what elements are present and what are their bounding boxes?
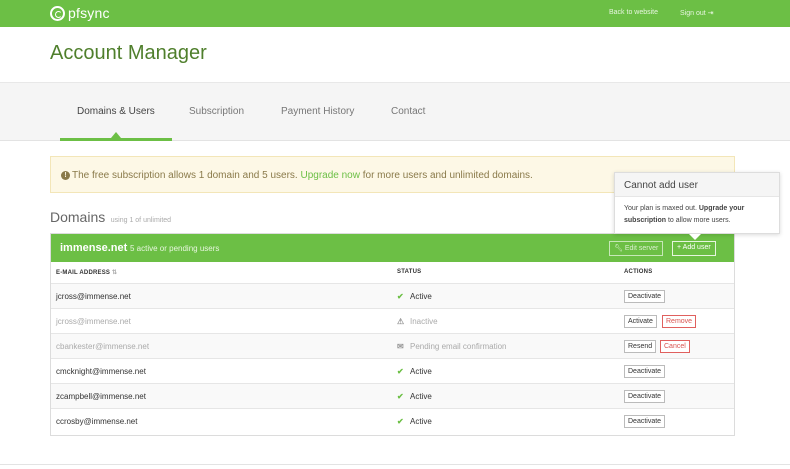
deactivate-button[interactable]: Deactivate bbox=[624, 415, 666, 428]
status-label: Inactive bbox=[410, 317, 438, 326]
user-email: zcampbell@immense.net bbox=[56, 392, 146, 401]
cancel-button[interactable]: Cancel bbox=[660, 340, 690, 353]
add-user-button[interactable]: + Add user bbox=[672, 241, 716, 256]
active-tab-indicator bbox=[60, 138, 172, 141]
add-user-label: Add user bbox=[682, 244, 711, 251]
domains-heading: Domains using 1 of unlimited bbox=[50, 209, 171, 225]
domains-usage: using 1 of unlimited bbox=[110, 217, 172, 224]
status-label: Active bbox=[410, 392, 432, 401]
remove-button[interactable]: Remove bbox=[662, 315, 697, 328]
email-header-label: E-MAIL ADDRESS bbox=[56, 270, 111, 276]
wrench-icon: 🔧︎ bbox=[614, 245, 623, 252]
domain-header: immense.net 5 active or pending users 🔧︎… bbox=[51, 234, 734, 262]
user-email: cmcknight@immense.net bbox=[56, 367, 146, 376]
user-status: ✔ Active bbox=[397, 292, 432, 301]
page-title: Account Manager bbox=[50, 42, 207, 64]
user-status: ⚠︎ Inactive bbox=[397, 317, 438, 326]
table-row: ccrosby@immense.net ✔ Active Deactivate bbox=[51, 408, 734, 433]
edit-server-label: Edit server bbox=[624, 245, 659, 252]
user-email: ccrosby@immense.net bbox=[56, 417, 138, 426]
alert-text-after: for more users and unlimited domains. bbox=[362, 170, 533, 181]
domain-user-count: 5 active or pending users bbox=[130, 244, 220, 253]
sign-out-icon: ⇥ bbox=[707, 10, 714, 17]
tab-domains-users[interactable]: Domains & Users bbox=[77, 106, 155, 117]
table-row: jcross@immense.net ⚠︎ Inactive Activate R… bbox=[51, 308, 734, 333]
domain-name: immense.net bbox=[60, 242, 128, 254]
deactivate-button[interactable]: Deactivate bbox=[624, 390, 666, 403]
check-icon: ✔ bbox=[397, 292, 404, 301]
status-label: Active bbox=[410, 367, 432, 376]
warning-icon: ⚠︎ bbox=[397, 317, 405, 326]
check-icon: ✔ bbox=[397, 417, 404, 426]
top-bar: pfsync Back to website Sign out ⇥ bbox=[0, 0, 790, 27]
tooltip-text-after: to allow more users. bbox=[667, 217, 731, 224]
domains-title: Domains bbox=[50, 209, 106, 225]
edit-server-button[interactable]: 🔧︎ Edit server bbox=[609, 241, 664, 256]
sign-out-link[interactable]: Sign out ⇥ bbox=[680, 9, 714, 17]
tooltip-arrow bbox=[689, 234, 701, 240]
table-row: jcross@immense.net ✔ Active Deactivate bbox=[51, 283, 734, 308]
activate-button[interactable]: Activate bbox=[624, 315, 657, 328]
status-label: Active bbox=[410, 417, 432, 426]
actions-column-header: ACTIONS bbox=[624, 269, 653, 275]
brand-name: pfsync bbox=[68, 5, 110, 21]
alert-text: The free subscription allows 1 domain an… bbox=[72, 170, 533, 181]
plus-icon: + bbox=[677, 244, 682, 251]
check-icon: ✔ bbox=[397, 392, 404, 401]
domain-panel: immense.net 5 active or pending users 🔧︎… bbox=[50, 233, 735, 436]
alert-text-before: The free subscription allows 1 domain an… bbox=[72, 170, 298, 181]
user-status: ✔ Active bbox=[397, 367, 432, 376]
user-email: jcross@immense.net bbox=[56, 317, 131, 326]
tab-subscription[interactable]: Subscription bbox=[189, 106, 244, 117]
upgrade-now-link[interactable]: Upgrade now bbox=[300, 170, 359, 181]
tooltip-title: Cannot add user bbox=[615, 173, 779, 197]
cannot-add-user-tooltip: Cannot add user Your plan is maxed out. … bbox=[614, 172, 780, 240]
tooltip-text-before: Your plan is maxed out. bbox=[624, 205, 697, 212]
info-icon: ! bbox=[61, 171, 70, 180]
table-row: cbankester@immense.net ✉︎ Pending email c… bbox=[51, 333, 734, 358]
user-status: ✉︎ Pending email confirmation bbox=[397, 342, 507, 351]
deactivate-button[interactable]: Deactivate bbox=[624, 365, 666, 378]
email-column-header[interactable]: E-MAIL ADDRESS ⇅ bbox=[56, 269, 117, 276]
envelope-icon: ✉︎ bbox=[397, 342, 404, 351]
user-status: ✔ Active bbox=[397, 392, 432, 401]
tooltip-body: Your plan is maxed out. Upgrade your sub… bbox=[615, 197, 779, 233]
user-status: ✔ Active bbox=[397, 417, 432, 426]
tab-payment-history[interactable]: Payment History bbox=[281, 106, 354, 117]
table-row: cmcknight@immense.net ✔ Active Deactivate bbox=[51, 358, 734, 383]
resend-button[interactable]: Resend bbox=[624, 340, 657, 353]
status-column-header: STATUS bbox=[397, 269, 422, 275]
back-to-website-link[interactable]: Back to website bbox=[609, 9, 658, 16]
table-row: zcampbell@immense.net ✔ Active Deactivate bbox=[51, 383, 734, 408]
sign-out-label: Sign out bbox=[680, 10, 706, 17]
footer-divider bbox=[0, 464, 790, 465]
brand-logo[interactable]: pfsync bbox=[50, 5, 110, 21]
status-label: Active bbox=[410, 292, 432, 301]
user-email: cbankester@immense.net bbox=[56, 342, 150, 351]
user-email: jcross@immense.net bbox=[56, 292, 131, 301]
status-label: Pending email confirmation bbox=[410, 342, 507, 351]
sort-icon: ⇅ bbox=[112, 270, 118, 276]
logo-icon bbox=[50, 5, 65, 21]
check-icon: ✔ bbox=[397, 367, 404, 376]
deactivate-button[interactable]: Deactivate bbox=[624, 290, 666, 303]
tab-contact[interactable]: Contact bbox=[391, 106, 425, 117]
